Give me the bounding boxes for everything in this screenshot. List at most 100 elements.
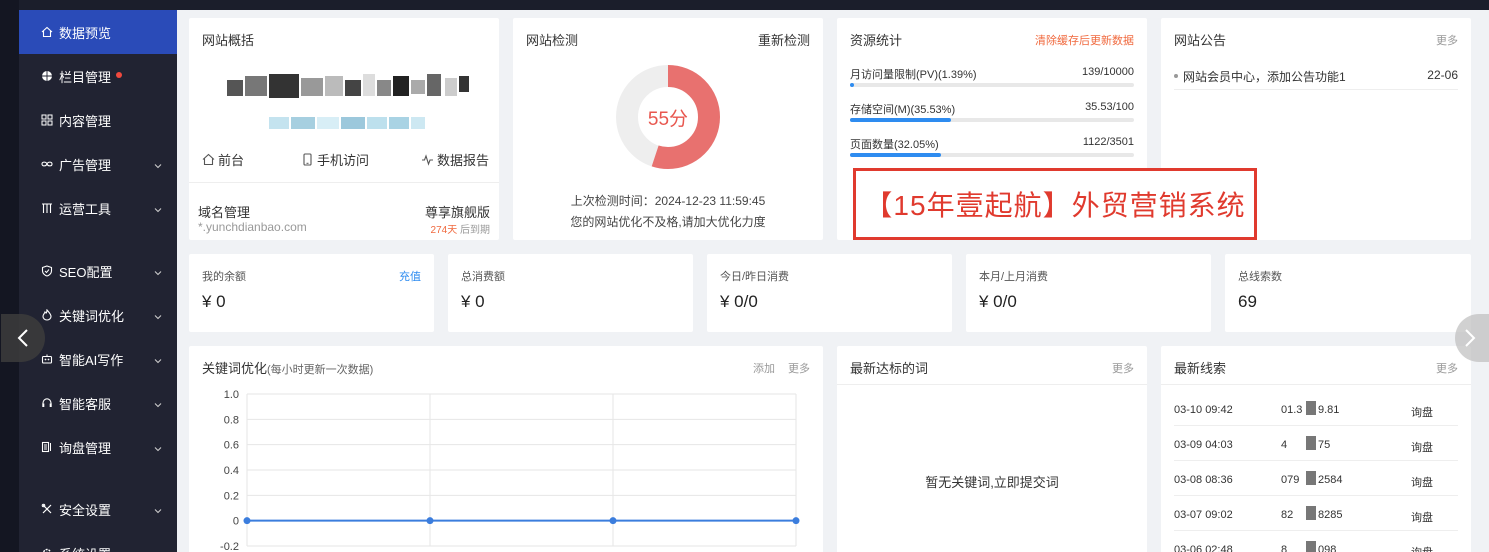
redacted-block <box>1306 471 1316 485</box>
redacted-block <box>1306 436 1316 450</box>
divider <box>189 182 499 183</box>
stat-value: 69 <box>1238 292 1257 311</box>
dashboard-main: 网站概括 前台 手机访问 数据报告 域名管理 *.yunchdianbao.co… <box>177 10 1489 552</box>
lead-row[interactable]: 03-08 08:36 079 2584 询盘 <box>1174 461 1458 496</box>
sidebar-item-ad-management[interactable]: 广告管理 <box>19 142 177 186</box>
stat-card-total-spend: 总消费额 ¥ 0 <box>448 254 693 332</box>
words-more-link[interactable]: 更多 <box>1112 360 1134 376</box>
sidebar-item-system-settings[interactable]: 系统设置 <box>19 531 177 552</box>
mobile-icon <box>303 153 312 166</box>
data-report-link[interactable]: 数据报告 <box>421 150 489 169</box>
lead-row[interactable]: 03-10 09:42 01.3 9.81 询盘 <box>1174 391 1458 426</box>
sidebar-item-label: 广告管理 <box>59 157 112 173</box>
sidebar-item-smart-service[interactable]: 智能客服 <box>19 381 177 425</box>
y-tick-label: 0 <box>233 516 239 528</box>
y-tick-label: 0.2 <box>224 490 239 502</box>
notice-item[interactable]: 网站会员中心，添加公告功能1 22-06 <box>1174 68 1458 90</box>
resource-value-pv: 139/10000 <box>1082 66 1134 78</box>
sidebar-item-security-settings[interactable]: 安全设置 <box>19 487 177 531</box>
site-logo-pixelated <box>219 70 475 102</box>
sidebar-item-label: 关键词优化 <box>59 308 125 324</box>
lead-type: 询盘 <box>1411 442 1433 454</box>
sidebar-item-label: 栏目管理 <box>59 69 112 85</box>
stat-label: 我的余额 <box>202 271 246 283</box>
lead-row[interactable]: 03-09 04:03 4 75 询盘 <box>1174 426 1458 461</box>
empty-words-message[interactable]: 暂无关键词,立即提交词 <box>837 472 1147 491</box>
resource-value-pages: 1122/3501 <box>1082 136 1134 148</box>
progress-fill <box>850 153 942 157</box>
sidebar-item-label: 内容管理 <box>59 113 112 129</box>
stat-label: 总线索数 <box>1238 271 1282 283</box>
home-icon <box>41 26 53 38</box>
progress-fill <box>850 118 951 122</box>
card-title: 最新达标的词 <box>850 361 929 376</box>
gear-icon <box>41 547 53 552</box>
lead-ip-suffix: 8285 <box>1318 509 1343 521</box>
lead-ip-prefix: 8 <box>1281 544 1288 552</box>
chevron-right-icon <box>1465 329 1476 347</box>
bullet-icon <box>1174 74 1178 78</box>
redacted-block <box>1306 541 1316 552</box>
redacted-block <box>1306 401 1316 415</box>
lead-ip-prefix: 079 <box>1281 474 1300 486</box>
lead-type: 询盘 <box>1411 477 1433 489</box>
domain-management-title[interactable]: 域名管理 <box>198 202 250 221</box>
sidebar-item-label: 系统设置 <box>59 544 111 552</box>
card-title: 网站公告 <box>1174 33 1227 48</box>
columns-icon <box>41 202 53 214</box>
sidebar-item-data-overview[interactable]: 数据预览 <box>19 10 177 54</box>
chevron-down-icon <box>153 504 163 514</box>
redacted-block <box>1306 506 1316 520</box>
recharge-button[interactable]: 充值 <box>399 268 421 284</box>
clear-cache-button[interactable]: 清除缓存后更新数据 <box>1035 32 1134 48</box>
stat-card-daily-spend: 今日/昨日消费 ¥ 0/0 <box>707 254 952 332</box>
notice-more-link[interactable]: 更多 <box>1436 32 1458 48</box>
data-point <box>426 517 434 525</box>
home-icon <box>202 153 215 166</box>
sidebar-item-seo-config[interactable]: SEO配置 <box>19 249 177 293</box>
globe-icon <box>41 70 53 82</box>
sidebar-item-inquiry-management[interactable]: 询盘管理 <box>19 425 177 469</box>
chevron-down-icon <box>153 159 163 169</box>
notice-date: 22-06 <box>1427 68 1458 82</box>
domain-value: *.yunchdianbao.com <box>198 220 307 234</box>
robot-icon <box>41 353 53 365</box>
frontend-link[interactable]: 前台 <box>202 150 244 169</box>
add-keyword-button[interactable]: 添加 <box>753 360 775 376</box>
sidebar: 数据预览 栏目管理 内容管理 广告管理 运营工具 SEO配置 关键词优化 智能A… <box>19 10 177 552</box>
sidebar-item-label: SEO配置 <box>59 264 113 280</box>
notice-text: 网站会员中心，添加公告功能1 <box>1183 70 1346 84</box>
sidebar-item-operation-tools[interactable]: 运营工具 <box>19 186 177 230</box>
card-title: 关键词优化(每小时更新一次数据) <box>202 361 374 376</box>
window-left-edge <box>0 0 19 552</box>
days-left: 274天 <box>430 225 458 236</box>
grid-icon <box>41 114 53 126</box>
sidebar-item-label: 智能客服 <box>59 396 112 412</box>
stat-card-monthly-spend: 本月/上月消费 ¥ 0/0 <box>966 254 1211 332</box>
mobile-access-link[interactable]: 手机访问 <box>301 150 369 169</box>
lead-time: 03-06 02:48 <box>1174 544 1233 552</box>
lead-row[interactable]: 03-07 09:02 82 8285 询盘 <box>1174 496 1458 531</box>
chevron-down-icon <box>153 203 163 213</box>
lead-ip-suffix: 75 <box>1318 439 1331 451</box>
leads-more-link[interactable]: 更多 <box>1436 360 1458 376</box>
last-check-time: 上次检测时间：2024-12-23 11:59:45 <box>570 194 766 208</box>
lead-type: 询盘 <box>1411 407 1433 419</box>
headset-icon <box>41 397 53 409</box>
sidebar-item-content-management[interactable]: 内容管理 <box>19 98 177 142</box>
lead-time: 03-09 04:03 <box>1174 439 1233 451</box>
sidebar-item-column-management[interactable]: 栏目管理 <box>19 54 177 98</box>
card-title: 网站概括 <box>202 33 255 48</box>
progress-pages <box>850 153 1134 157</box>
recheck-button[interactable]: 重新检测 <box>758 30 810 49</box>
y-tick-label: -0.2 <box>220 541 239 552</box>
progress-storage <box>850 118 1134 122</box>
lead-row[interactable]: 03-06 02:48 8 098 询盘 <box>1174 531 1458 552</box>
lead-type: 询盘 <box>1411 512 1433 524</box>
lead-time: 03-10 09:42 <box>1174 404 1233 416</box>
sidebar-item-label: 询盘管理 <box>59 440 112 456</box>
lead-ip-suffix: 9.81 <box>1318 404 1340 416</box>
infinity-icon <box>41 158 53 170</box>
keyword-more-link[interactable]: 更多 <box>788 360 810 376</box>
stat-value: ¥ 0 <box>461 292 485 311</box>
